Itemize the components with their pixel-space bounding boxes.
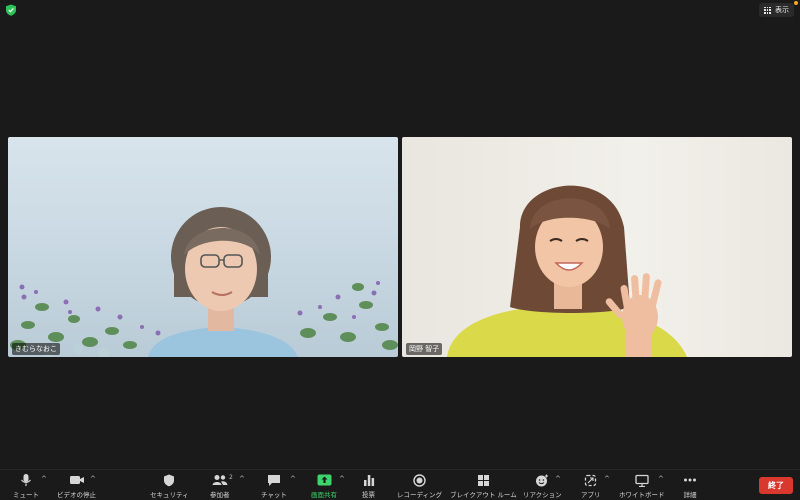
- share-options-chevron-icon[interactable]: ^: [339, 475, 345, 483]
- breakout-rooms-button[interactable]: ブレイクアウト ルーム: [450, 473, 517, 499]
- more-ellipsis-icon: [684, 478, 696, 482]
- stop-video-label: ビデオの停止: [57, 491, 96, 499]
- mute-label: ミュート: [13, 491, 39, 499]
- video-camera-icon: [69, 476, 84, 484]
- shield-icon[interactable]: [5, 4, 17, 16]
- video-feed-2: [447, 185, 687, 357]
- participants-options-chevron-icon[interactable]: ^: [239, 475, 245, 483]
- apps-label: アプリ: [581, 491, 601, 499]
- breakout-rooms-icon: [477, 474, 489, 486]
- reactions-smiley-icon: [536, 474, 549, 486]
- security-button[interactable]: セキュリティ: [150, 473, 189, 499]
- grid-view-icon: [764, 6, 771, 14]
- record-icon: [413, 473, 426, 487]
- poll-bar-chart-icon: [363, 475, 374, 486]
- chat-button[interactable]: チャット: [261, 473, 287, 499]
- more-label: 詳細: [683, 491, 697, 499]
- whiteboard-label: ホワイトボード: [619, 491, 665, 499]
- apps-button[interactable]: アプリ: [581, 473, 601, 499]
- video-tile-participant-2[interactable]: 岡野 智子: [402, 137, 792, 357]
- share-screen-label: 画面共有: [311, 491, 337, 499]
- poll-label: 投票: [362, 491, 375, 499]
- video-tile-participant-1[interactable]: きむらなおこ: [8, 137, 398, 357]
- apps-options-chevron-icon[interactable]: ^: [604, 475, 610, 483]
- apps-icon: [585, 474, 597, 486]
- end-meeting-button[interactable]: 終了: [759, 477, 793, 494]
- mute-button[interactable]: ミュート: [13, 473, 39, 499]
- video-options-chevron-icon[interactable]: ^: [90, 475, 96, 483]
- more-button[interactable]: 詳細: [683, 473, 697, 499]
- participants-icon: [212, 475, 228, 485]
- share-screen-button[interactable]: 画面共有: [311, 473, 337, 499]
- notification-dot: [794, 1, 798, 5]
- breakout-rooms-label: ブレイクアウト ルーム: [450, 491, 517, 499]
- participants-label: 参加者: [210, 491, 230, 499]
- security-label: セキュリティ: [150, 491, 189, 499]
- reactions-options-chevron-icon[interactable]: ^: [555, 475, 561, 483]
- chat-label: チャット: [261, 491, 287, 499]
- meeting-toolbar: ミュート ^ ビデオの停止 ^ セキュリティ 参加者 2 ^ チャット ^ 画面…: [0, 469, 800, 500]
- participants-count: 2: [229, 474, 233, 481]
- participants-button[interactable]: 参加者: [210, 473, 230, 499]
- chat-options-chevron-icon[interactable]: ^: [290, 475, 296, 483]
- chat-icon: [267, 474, 280, 486]
- security-shield-icon: [164, 474, 175, 486]
- view-button[interactable]: 表示: [759, 3, 794, 17]
- whiteboard-options-chevron-icon[interactable]: ^: [658, 475, 664, 483]
- participant-name-tag: きむらなおこ: [12, 343, 60, 355]
- whiteboard-icon: [635, 474, 649, 487]
- microphone-icon: [21, 474, 31, 486]
- record-label: レコーディング: [397, 491, 443, 499]
- poll-button[interactable]: 投票: [362, 473, 375, 499]
- reactions-label: リアクション: [523, 491, 562, 499]
- record-button[interactable]: レコーディング: [397, 473, 442, 499]
- participant-name-tag: 岡野 智子: [406, 343, 443, 355]
- share-screen-icon: [317, 474, 331, 486]
- view-button-label: 表示: [775, 6, 789, 14]
- video-feed-1: [10, 207, 398, 357]
- mute-options-chevron-icon[interactable]: ^: [41, 475, 47, 483]
